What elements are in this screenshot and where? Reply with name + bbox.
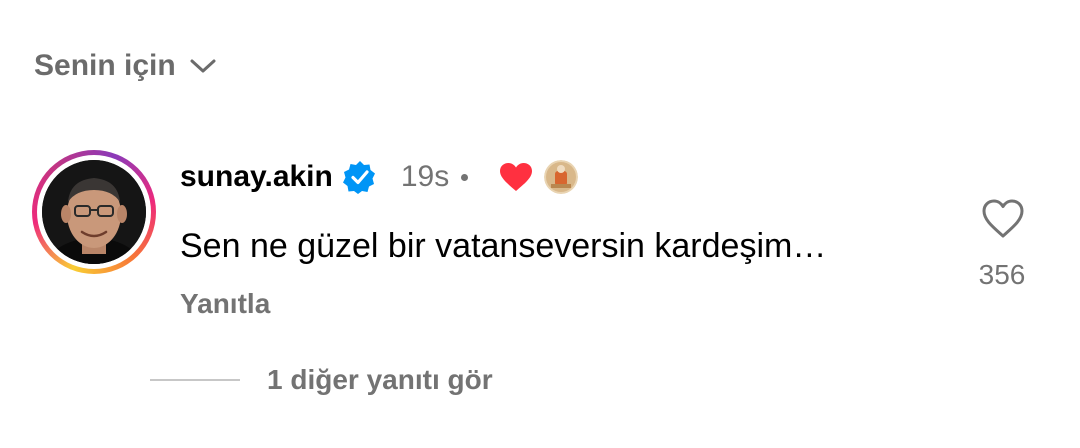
like-button[interactable] — [980, 197, 1026, 241]
like-count: 356 — [978, 259, 1026, 290]
heart-outline-icon — [982, 199, 1024, 238]
avatar — [42, 160, 146, 264]
comment-header: sunay.akin 19s — [180, 155, 579, 199]
view-more-replies-button[interactable]: 1 diğer yanıtı gör — [150, 360, 493, 400]
reply-button[interactable]: Yanıtla — [180, 284, 270, 324]
verified-badge-icon — [342, 161, 375, 194]
sort-filter-dropdown[interactable]: Senin için — [34, 46, 218, 86]
comment-timestamp: 19s — [400, 160, 450, 193]
chevron-down-icon — [190, 59, 216, 73]
creator-avatar-icon — [544, 160, 579, 194]
comment-username[interactable]: sunay.akin — [180, 157, 333, 197]
red-heart-icon — [500, 163, 533, 191]
sort-filter-label: Senin için — [34, 49, 176, 82]
avatar-portrait-image — [42, 160, 146, 264]
comment-text: Sen ne güzel bir vatanseversin kardeşim… — [180, 227, 827, 265]
user-avatar-story-ring[interactable] — [32, 150, 156, 274]
separator-dot — [461, 173, 469, 181]
view-more-replies-label: 1 diğer yanıtı gör — [267, 364, 493, 395]
replies-divider-line — [150, 379, 240, 381]
